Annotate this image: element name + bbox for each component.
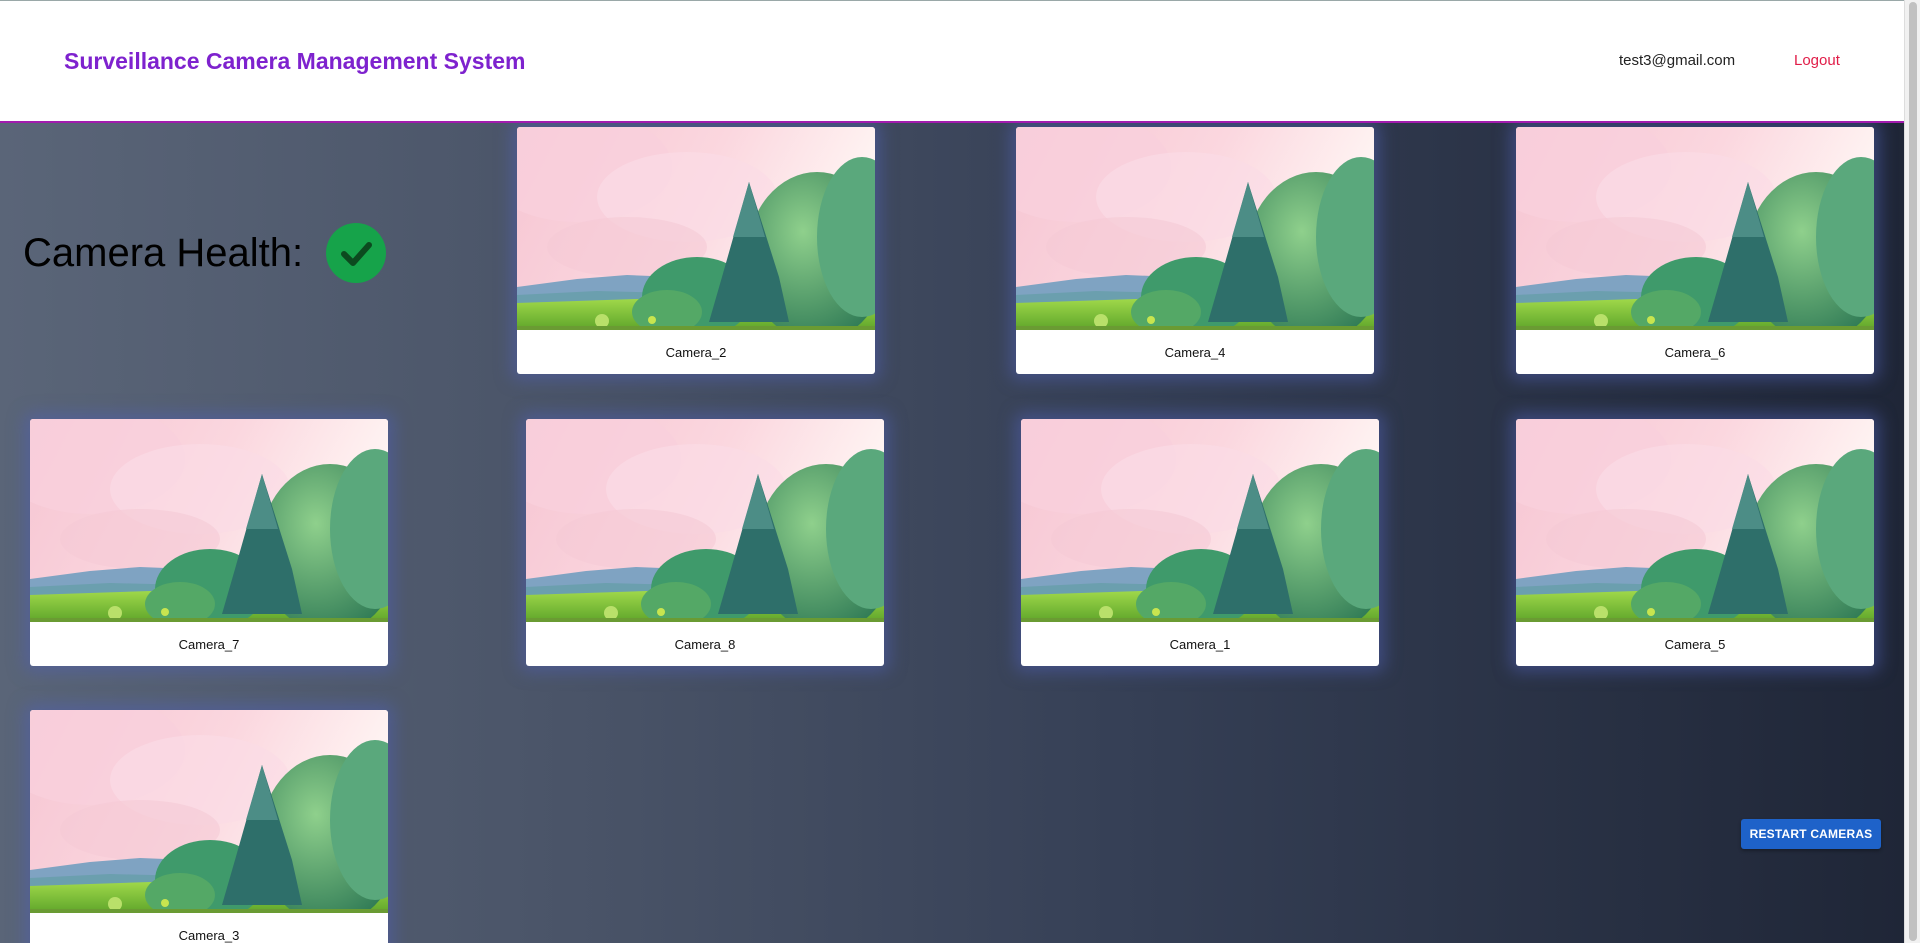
camera-card[interactable]: Camera_1 bbox=[1021, 419, 1379, 666]
camera-health: Camera Health: bbox=[23, 223, 387, 283]
camera-card[interactable]: Camera_8 bbox=[526, 419, 884, 666]
camera-name: Camera_3 bbox=[178, 927, 240, 943]
restart-cameras-button[interactable]: RESTART CAMERAS bbox=[1741, 819, 1881, 849]
camera-name: Camera_7 bbox=[178, 636, 240, 652]
scrollbar-thumb[interactable] bbox=[1909, 2, 1917, 941]
user-email: test3@gmail.com bbox=[1619, 52, 1736, 69]
camera-feed-image bbox=[30, 419, 388, 622]
camera-feed-image bbox=[526, 419, 884, 622]
camera-feed-image bbox=[1516, 419, 1874, 622]
camera-card[interactable]: Camera_2 bbox=[517, 127, 875, 374]
camera-health-label: Camera Health: bbox=[23, 230, 304, 275]
camera-name: Camera_4 bbox=[1164, 344, 1226, 360]
camera-feed-image bbox=[517, 127, 875, 330]
page-scrollbar[interactable] bbox=[1904, 0, 1920, 943]
camera-card[interactable]: Camera_5 bbox=[1516, 419, 1874, 666]
camera-name: Camera_2 bbox=[665, 344, 727, 360]
camera-feed-image bbox=[1016, 127, 1374, 330]
logout-link[interactable]: Logout bbox=[1794, 52, 1840, 69]
camera-card[interactable]: Camera_7 bbox=[30, 419, 388, 666]
camera-card[interactable]: Camera_6 bbox=[1516, 127, 1874, 374]
camera-feed-image bbox=[30, 710, 388, 913]
camera-dashboard: Camera Health: Camera_2 Camera_4 Camera_… bbox=[0, 123, 1904, 943]
camera-card[interactable]: Camera_3 bbox=[30, 710, 388, 943]
camera-feed-image bbox=[1516, 127, 1874, 330]
camera-name: Camera_8 bbox=[674, 636, 736, 652]
camera-name: Camera_1 bbox=[1169, 636, 1231, 652]
app-title: Surveillance Camera Management System bbox=[64, 48, 526, 74]
camera-name: Camera_6 bbox=[1664, 344, 1726, 360]
app-header: Surveillance Camera Management System te… bbox=[0, 0, 1904, 123]
camera-name: Camera_5 bbox=[1664, 636, 1726, 652]
check-circle-icon bbox=[326, 223, 387, 283]
camera-card[interactable]: Camera_4 bbox=[1016, 127, 1374, 374]
camera-feed-image bbox=[1021, 419, 1379, 622]
